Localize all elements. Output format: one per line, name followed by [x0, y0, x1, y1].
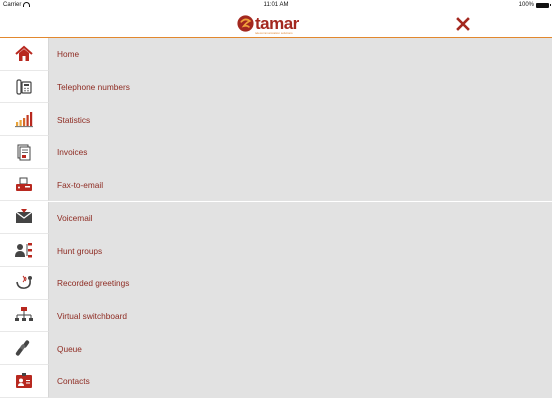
menu-item-label: Queue: [49, 332, 552, 365]
recorded-greeting-icon: [16, 275, 32, 289]
menu-item-home[interactable]: Home: [0, 38, 552, 71]
menu-item-label: Invoices: [49, 136, 552, 169]
app-header: tamar telecommunication solutions: [0, 10, 552, 38]
menu-item-label: Fax-to-email: [49, 168, 552, 202]
queue-icon: [15, 340, 30, 356]
menu-item-recorded-greetings[interactable]: Recorded greetings: [0, 266, 552, 300]
hunt-group-icon: [15, 243, 32, 258]
menu-item-telephone-numbers[interactable]: Telephone numbers: [0, 70, 552, 104]
statistics-icon: [15, 112, 33, 128]
tamar-logo-icon: [237, 14, 254, 32]
close-icon[interactable]: [455, 16, 471, 32]
logo-tagline: telecommunication solutions: [255, 31, 293, 35]
invoice-icon: [17, 144, 31, 161]
menu-item-contacts[interactable]: Contacts: [0, 365, 552, 398]
menu-item-voicemail[interactable]: Voicemail: [0, 201, 552, 235]
menu-item-label: Virtual switchboard: [49, 299, 552, 333]
menu-item-invoices[interactable]: Invoices: [0, 136, 552, 169]
menu-item-label: Telephone numbers: [49, 70, 552, 104]
menu-item-label: Recorded greetings: [49, 266, 552, 300]
battery-icon: [536, 2, 551, 8]
menu-item-label: Voicemail: [49, 201, 552, 235]
status-bar: Carrier 11:01 AM 100%: [0, 0, 552, 10]
menu-item-label: Hunt groups: [49, 234, 552, 267]
menu-item-hunt-groups[interactable]: Hunt groups: [0, 234, 552, 267]
voicemail-icon: [15, 209, 33, 224]
menu-item-statistics[interactable]: Statistics: [0, 103, 552, 137]
tamar-logo: tamar telecommunication solutions: [237, 12, 299, 35]
menu-item-fax-to-email[interactable]: Fax-to-email: [0, 168, 552, 202]
menu-item-label: Contacts: [49, 365, 552, 398]
fax-icon: [16, 177, 32, 191]
telephone-icon: [16, 78, 32, 95]
battery-status: 100%: [519, 2, 551, 8]
menu-item-label: Home: [49, 38, 552, 71]
home-icon: [15, 45, 33, 61]
navigation-menu: Home Telephone numbers Statistics Invoic…: [0, 38, 552, 414]
status-time: 11:01 AM: [263, 2, 289, 8]
switchboard-icon: [15, 307, 33, 322]
menu-item-label: Statistics: [49, 103, 552, 137]
contacts-icon: [16, 372, 32, 388]
logo-text: tamar: [255, 13, 299, 33]
menu-item-virtual-switchboard[interactable]: Virtual switchboard: [0, 299, 552, 333]
menu-item-queue[interactable]: Queue: [0, 332, 552, 365]
